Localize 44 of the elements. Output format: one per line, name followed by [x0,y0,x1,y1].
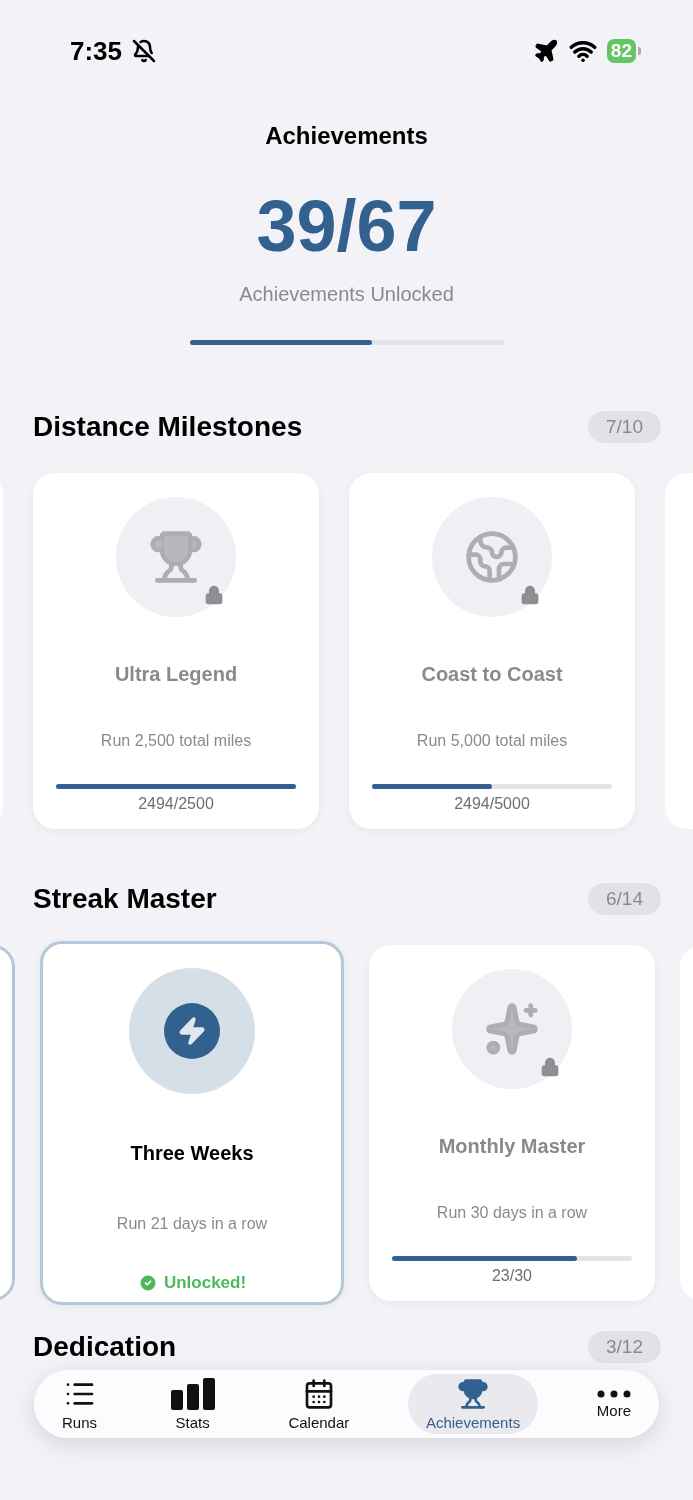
tab[interactable]: More [582,1374,645,1434]
section-title: Dedication [33,1331,177,1363]
page-title: Achievements [265,122,428,150]
lock-icon [540,1057,560,1077]
tab[interactable]: Achievements [407,1374,539,1434]
trophy-icon [148,529,204,585]
achievement-description: Run 21 days in a row [116,1215,268,1233]
achievement-description: Run 30 days in a row [436,1204,588,1222]
progress-text: 2494/2500 [138,795,214,813]
bell-off-icon [132,39,157,63]
tab[interactable]: Stats [155,1374,230,1434]
lock-icon [520,585,540,605]
globe-icon [464,529,520,585]
count-subtitle: Achievements Unlocked [239,283,454,306]
achievement-description: Run 5,000 total miles [416,732,568,750]
section-count: 7/10 [588,411,661,443]
trophy-icon [457,1377,490,1410]
sparkles-icon [484,1001,540,1057]
section-count: 6/14 [588,883,661,915]
achievement-name: Three Weeks [130,1142,254,1165]
section-title: Distance Milestones [33,411,303,443]
section-count: 3/12 [588,1331,661,1363]
achievement-count: 39/67 [256,185,437,268]
section-title: Streak Master [33,883,217,915]
tab[interactable]: Calendar [274,1374,364,1434]
check-icon [137,1273,158,1293]
achievement-card[interactable]: Monthly Master Run 30 days in a row 23/30 [369,945,655,1301]
achievement-name: Monthly Master [438,1135,586,1158]
achievement-card[interactable]: Three Weeks Run 21 days in a row Unlocked! [40,941,344,1305]
lock-icon [204,585,224,605]
achievement-description: Run 2,500 total miles [100,732,252,750]
tab[interactable]: Runs [48,1374,112,1434]
bolt-icon [164,1003,220,1059]
airplane-icon [532,38,559,64]
achievement-card[interactable]: Ultra Legend Run 2,500 total miles 2494/2500 [33,473,319,829]
progress-text: 2494/5000 [454,795,530,813]
more-icon [596,1389,631,1398]
achievement-card[interactable]: Coast to Coast Run 5,000 total miles 2494/5000 [349,473,635,829]
bar-chart-icon [169,1377,216,1410]
achievement-name: Ultra Legend [114,663,238,686]
status-time: 7:35 [70,35,123,67]
achievement-name: Coast to Coast [421,663,563,686]
unlocked-label: Unlocked! [163,1273,247,1293]
progress-text: 23/30 [491,1267,532,1285]
